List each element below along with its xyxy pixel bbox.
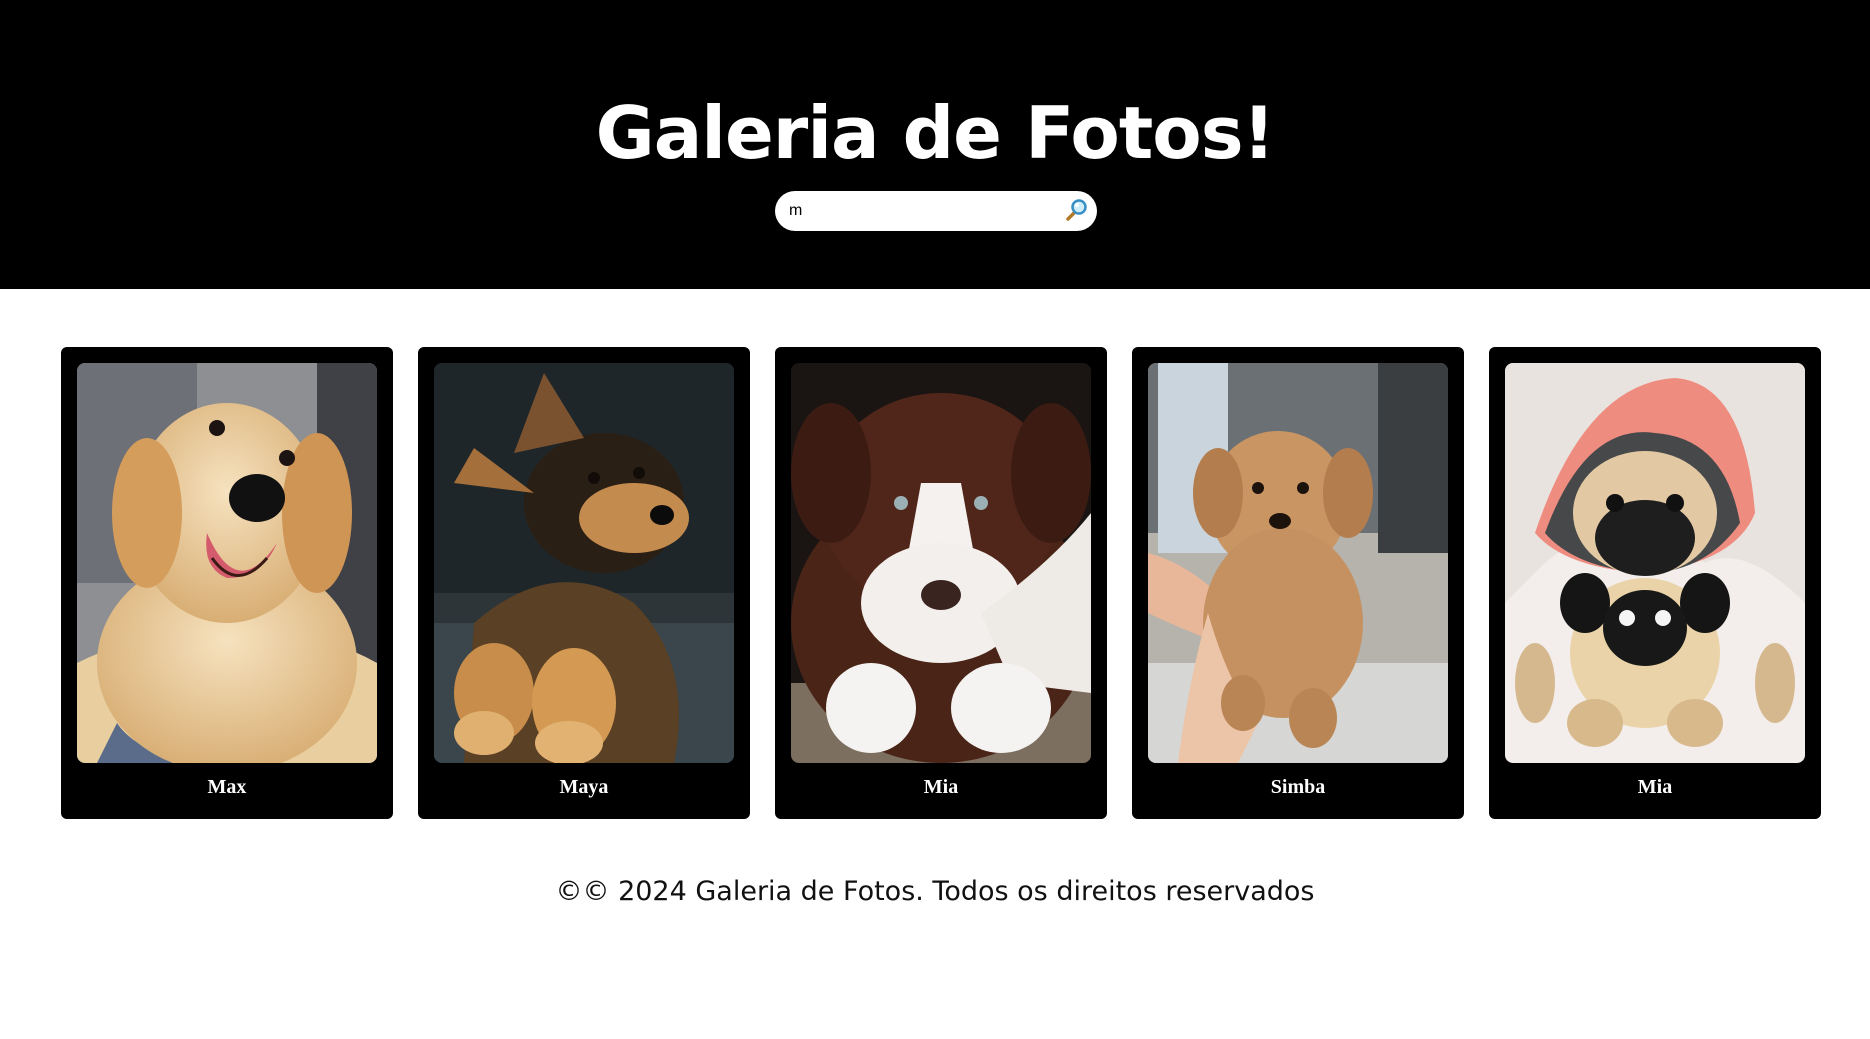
card-name: Mia — [1637, 776, 1673, 798]
card-name: Maya — [559, 776, 609, 798]
page-footer: ©© 2024 Galeria de Fotos. Todos os direi… — [0, 872, 1870, 912]
puppy-photo — [434, 363, 734, 763]
puppy-photo — [791, 363, 1091, 763]
copyright-text: ©© 2024 Galeria de Fotos. Todos os direi… — [555, 876, 1315, 907]
puppy-photo — [77, 363, 377, 763]
photo-gallery: Max Maya Mia Simba Mia — [61, 347, 1821, 819]
gallery-card[interactable]: Mia — [775, 347, 1107, 819]
puppy-photo — [1148, 363, 1448, 763]
magnifier-icon — [1065, 198, 1089, 225]
puppy-photo — [1505, 363, 1805, 763]
card-name: Mia — [923, 776, 959, 798]
card-name: Simba — [1270, 776, 1326, 798]
page-header: Galeria de Fotos! — [0, 0, 1870, 289]
gallery-card[interactable]: Mia — [1489, 347, 1821, 819]
gallery-card[interactable]: Maya — [418, 347, 750, 819]
search-input[interactable] — [785, 195, 1047, 227]
search-box — [775, 191, 1097, 231]
gallery-card[interactable]: Max — [61, 347, 393, 819]
card-name: Max — [207, 776, 247, 798]
page-title: Galeria de Fotos! — [595, 91, 1276, 175]
search-button[interactable] — [1063, 197, 1091, 225]
gallery-card[interactable]: Simba — [1132, 347, 1464, 819]
